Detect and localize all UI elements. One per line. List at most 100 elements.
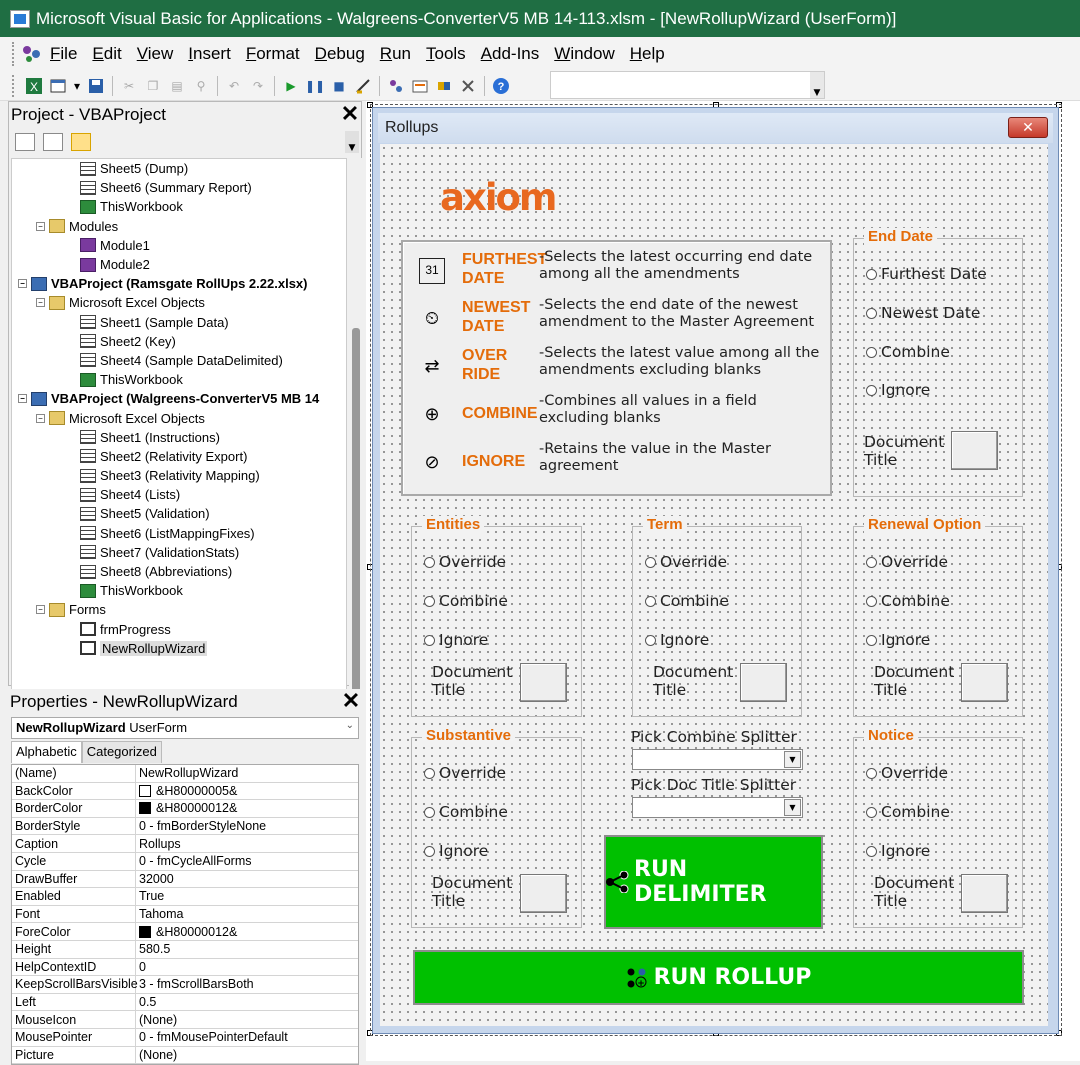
break-icon[interactable]: ❚❚ xyxy=(305,77,325,95)
property-value[interactable]: 0 - fmBorderStyleNone xyxy=(136,819,266,833)
property-value[interactable]: (None) xyxy=(136,1013,177,1027)
radio-icon[interactable] xyxy=(866,346,877,358)
radio-icon[interactable] xyxy=(866,268,877,280)
property-row[interactable]: Height 580.5 xyxy=(12,940,358,959)
toggle-folders-icon[interactable] xyxy=(71,133,91,151)
reset-icon[interactable]: ■ xyxy=(330,77,348,95)
option-furthest-date[interactable]: Furthest Date xyxy=(866,265,987,283)
tree-item[interactable]: − VBAProject (Ramsgate RollUps 2.22.xlsx) xyxy=(12,274,346,293)
toolbar-position-box[interactable]: ▼ xyxy=(550,71,825,99)
option-override[interactable]: Override xyxy=(424,553,506,571)
radio-icon[interactable] xyxy=(424,806,435,818)
collapse-icon[interactable]: − xyxy=(36,413,45,423)
option-combine[interactable]: Combine xyxy=(424,592,508,610)
option-override[interactable]: Override xyxy=(645,553,727,571)
option-ignore[interactable]: Ignore xyxy=(645,631,709,649)
radio-icon[interactable] xyxy=(866,595,877,607)
property-value[interactable]: 32000 xyxy=(136,872,174,886)
property-value[interactable]: 0 - fmMousePointerDefault xyxy=(136,1030,288,1044)
menu-help[interactable]: Help xyxy=(630,44,665,64)
property-value[interactable]: (None) xyxy=(136,1048,177,1062)
tree-item[interactable]: Module2 xyxy=(12,255,346,274)
tab-categorized[interactable]: Categorized xyxy=(81,741,162,763)
property-value[interactable]: 580.5 xyxy=(136,942,170,956)
tree-item[interactable]: Sheet1 (Instructions) xyxy=(12,428,346,447)
help-icon[interactable]: ? xyxy=(492,77,510,95)
tree-item[interactable]: Sheet8 (Abbreviations) xyxy=(12,562,346,581)
tree-item[interactable]: − Microsoft Excel Objects xyxy=(12,293,346,312)
radio-icon[interactable] xyxy=(866,845,877,857)
option-combine[interactable]: Combine xyxy=(866,592,950,610)
undo-icon[interactable]: ↶ xyxy=(225,77,243,95)
collapse-icon[interactable]: − xyxy=(36,298,45,308)
option-newest-date[interactable]: Newest Date xyxy=(866,304,980,322)
view-excel-icon[interactable]: X xyxy=(25,77,43,95)
cut-icon[interactable]: ✂ xyxy=(120,77,138,95)
radio-icon[interactable] xyxy=(424,595,435,607)
scroll-thumb[interactable] xyxy=(352,328,360,698)
property-row[interactable]: ForeColor &H80000012& xyxy=(12,923,358,941)
option-ignore[interactable]: Ignore xyxy=(424,631,488,649)
tree-item[interactable]: Sheet2 (Key) xyxy=(12,332,346,351)
tree-item[interactable]: Sheet2 (Relativity Export) xyxy=(12,447,346,466)
tree-item[interactable]: ThisWorkbook xyxy=(12,197,346,216)
view-code-icon[interactable] xyxy=(15,133,35,151)
tree-item[interactable]: − Forms xyxy=(12,600,346,619)
menu-edit[interactable]: Edit xyxy=(92,44,121,64)
option-combine[interactable]: Combine xyxy=(424,803,508,821)
property-row[interactable]: BackColor &H80000005& xyxy=(12,782,358,801)
property-value[interactable]: True xyxy=(136,889,164,903)
collapse-icon[interactable]: − xyxy=(36,221,45,231)
option-ignore[interactable]: Ignore xyxy=(866,631,930,649)
tree-item[interactable]: Sheet1 (Sample Data) xyxy=(12,313,346,332)
project-vertical-scrollbar[interactable] xyxy=(349,158,363,713)
tree-item[interactable]: ThisWorkbook xyxy=(12,581,346,600)
property-value[interactable]: 0 - fmCycleAllForms xyxy=(136,854,252,868)
option-override[interactable]: Override xyxy=(866,764,948,782)
tree-item[interactable]: Sheet6 (Summary Report) xyxy=(12,178,346,197)
menu-window[interactable]: Window xyxy=(554,44,614,64)
radio-icon[interactable] xyxy=(424,556,435,568)
tree-item[interactable]: frmProgress xyxy=(12,620,346,639)
save-icon[interactable] xyxy=(87,77,105,95)
copy-icon[interactable]: ❐ xyxy=(144,77,162,95)
menu-run[interactable]: Run xyxy=(380,44,411,64)
document-title-button[interactable] xyxy=(520,663,567,702)
run-delimiter-button[interactable]: RUN DELIMITER xyxy=(604,835,823,929)
document-title-button[interactable] xyxy=(961,874,1008,913)
find-icon[interactable]: ⚲ xyxy=(192,77,210,95)
tree-item[interactable]: Sheet3 (Relativity Mapping) xyxy=(12,466,346,485)
property-row[interactable]: (Name) NewRollupWizard xyxy=(12,765,358,783)
document-title-button[interactable] xyxy=(961,663,1008,702)
property-value[interactable]: &H80000005& xyxy=(136,784,237,798)
paste-icon[interactable]: ▤ xyxy=(168,77,186,95)
tree-item[interactable]: − Microsoft Excel Objects xyxy=(12,408,346,427)
property-value[interactable]: 3 - fmScrollBarsBoth xyxy=(136,977,254,991)
project-explorer-icon[interactable] xyxy=(387,77,405,95)
document-title-button[interactable] xyxy=(951,431,998,470)
tree-item[interactable]: Sheet7 (ValidationStats) xyxy=(12,543,346,562)
radio-icon[interactable] xyxy=(866,767,877,779)
combine-splitter-select[interactable]: ▼ xyxy=(632,749,803,770)
option-combine[interactable]: Combine xyxy=(645,592,729,610)
properties-window-icon[interactable] xyxy=(411,77,429,95)
object-browser-icon[interactable] xyxy=(435,77,453,95)
menu-debug[interactable]: Debug xyxy=(315,44,365,64)
property-row[interactable]: Font Tahoma xyxy=(12,905,358,924)
vba-menu-icon[interactable] xyxy=(22,44,42,64)
property-value[interactable]: 0.5 xyxy=(136,995,156,1009)
option-combine[interactable]: Combine xyxy=(866,343,950,361)
menu-file[interactable]: File xyxy=(50,44,77,64)
tree-item[interactable]: − Modules xyxy=(12,217,346,236)
option-override[interactable]: Override xyxy=(424,764,506,782)
tree-item[interactable]: NewRollupWizard xyxy=(12,639,346,658)
run-icon[interactable]: ▶ xyxy=(282,77,300,95)
property-value[interactable]: &H80000012& xyxy=(136,801,237,815)
chevron-down-icon[interactable]: ▼ xyxy=(784,799,801,816)
radio-icon[interactable] xyxy=(866,307,877,319)
redo-icon[interactable]: ↷ xyxy=(249,77,267,95)
tree-item[interactable]: Sheet4 (Lists) xyxy=(12,485,346,504)
design-mode-icon[interactable] xyxy=(354,77,372,95)
radio-icon[interactable] xyxy=(645,556,656,568)
radio-icon[interactable] xyxy=(866,384,877,396)
